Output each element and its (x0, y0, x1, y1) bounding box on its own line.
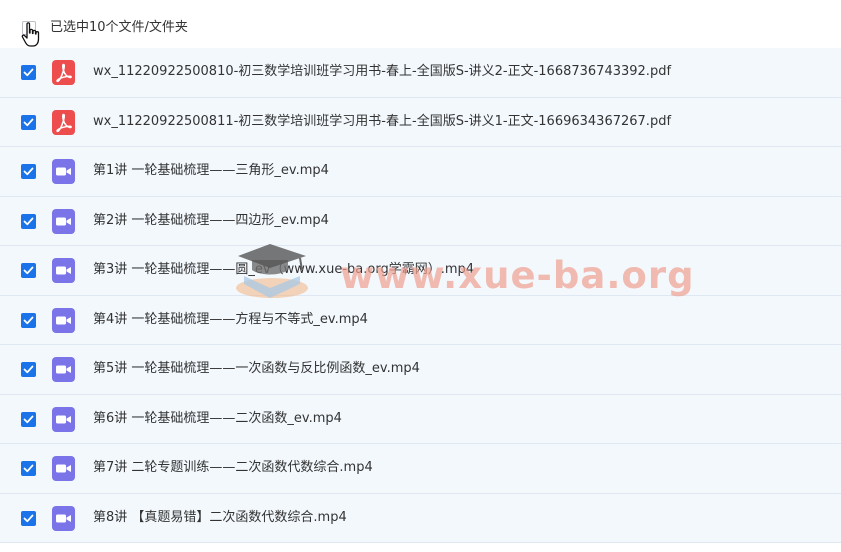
file-row[interactable]: wx_11220922500811-初三数学培训班学习用书-春上-全国版S-讲义… (0, 97, 841, 147)
file-checkbox[interactable] (21, 461, 36, 476)
file-checkbox[interactable] (21, 65, 36, 80)
file-checkbox[interactable] (21, 164, 36, 179)
video-icon (52, 307, 75, 333)
video-icon (52, 357, 75, 382)
pdf-icon (52, 109, 75, 135)
checkmark-icon (23, 415, 34, 423)
file-row[interactable]: 第6讲 一轮基础梳理——二次函数_ev.mp4 (0, 394, 841, 444)
checkmark-icon (23, 266, 34, 275)
file-checkbox[interactable] (21, 312, 36, 328)
file-name[interactable]: 第1讲 一轮基础梳理——三角形_ev.mp4 (93, 162, 329, 180)
checkmark-icon (23, 68, 34, 77)
file-row[interactable]: wx_11220922500810-初三数学培训班学习用书-春上-全国版S-讲义… (0, 48, 841, 98)
file-name[interactable]: wx_11220922500810-初三数学培训班学习用书-春上-全国版S-讲义… (93, 63, 671, 81)
video-icon (52, 505, 75, 531)
pdf-icon (52, 60, 75, 85)
file-row[interactable]: 第4讲 一轮基础梳理——方程与不等式_ev.mp4 (0, 295, 841, 345)
file-row[interactable]: 第3讲 一轮基础梳理——圆_ev（www.xue-ba.org学霸网）.mp4 (0, 246, 841, 296)
file-name[interactable]: 第6讲 一轮基础梳理——二次函数_ev.mp4 (93, 410, 342, 428)
selection-count-label: 已选中10个文件/文件夹 (50, 20, 188, 35)
file-name[interactable]: 第3讲 一轮基础梳理——圆_ev（www.xue-ba.org学霸网）.mp4 (93, 261, 474, 279)
checkmark-icon (23, 118, 34, 126)
file-name[interactable]: 第8讲 【真题易错】二次函数代数综合.mp4 (93, 509, 347, 527)
checkmark-icon (23, 316, 34, 324)
video-icon (52, 208, 75, 234)
checkmark-icon (23, 217, 34, 225)
checkmark-icon (23, 464, 34, 473)
file-name[interactable]: 第7讲 二轮专题训练——二次函数代数综合.mp4 (93, 459, 373, 477)
file-checkbox[interactable] (21, 263, 36, 278)
file-checkbox[interactable] (21, 362, 36, 377)
file-checkbox[interactable] (21, 213, 36, 229)
file-list: wx_11220922500810-初三数学培训班学习用书-春上-全国版S-讲义… (0, 48, 841, 543)
file-name[interactable]: wx_11220922500811-初三数学培训班学习用书-春上-全国版S-讲义… (93, 113, 671, 131)
video-icon (52, 258, 75, 283)
checkmark-icon (23, 514, 34, 522)
file-row[interactable]: 第8讲 【真题易错】二次函数代数综合.mp4 (0, 493, 841, 543)
file-checkbox[interactable] (21, 510, 36, 526)
file-name[interactable]: 第5讲 一轮基础梳理——一次函数与反比例函数_ev.mp4 (93, 360, 420, 378)
file-row[interactable]: 第7讲 二轮专题训练——二次函数代数综合.mp4 (0, 444, 841, 494)
file-row[interactable]: 第1讲 一轮基础梳理——三角形_ev.mp4 (0, 147, 841, 197)
video-icon (52, 456, 75, 481)
file-row[interactable]: 第5讲 一轮基础梳理——一次函数与反比例函数_ev.mp4 (0, 345, 841, 395)
file-row[interactable]: 第2讲 一轮基础梳理——四边形_ev.mp4 (0, 196, 841, 246)
file-checkbox[interactable] (21, 411, 36, 427)
file-name[interactable]: 第2讲 一轮基础梳理——四边形_ev.mp4 (93, 212, 329, 230)
video-icon (52, 406, 75, 432)
file-name[interactable]: 第4讲 一轮基础梳理——方程与不等式_ev.mp4 (93, 311, 368, 329)
checkmark-icon (23, 167, 34, 176)
checkmark-icon (23, 365, 34, 374)
selection-header: 已选中10个文件/文件夹 (0, 0, 841, 48)
file-checkbox[interactable] (21, 114, 36, 130)
video-icon (52, 159, 75, 184)
hand-pointer-icon (21, 22, 40, 47)
